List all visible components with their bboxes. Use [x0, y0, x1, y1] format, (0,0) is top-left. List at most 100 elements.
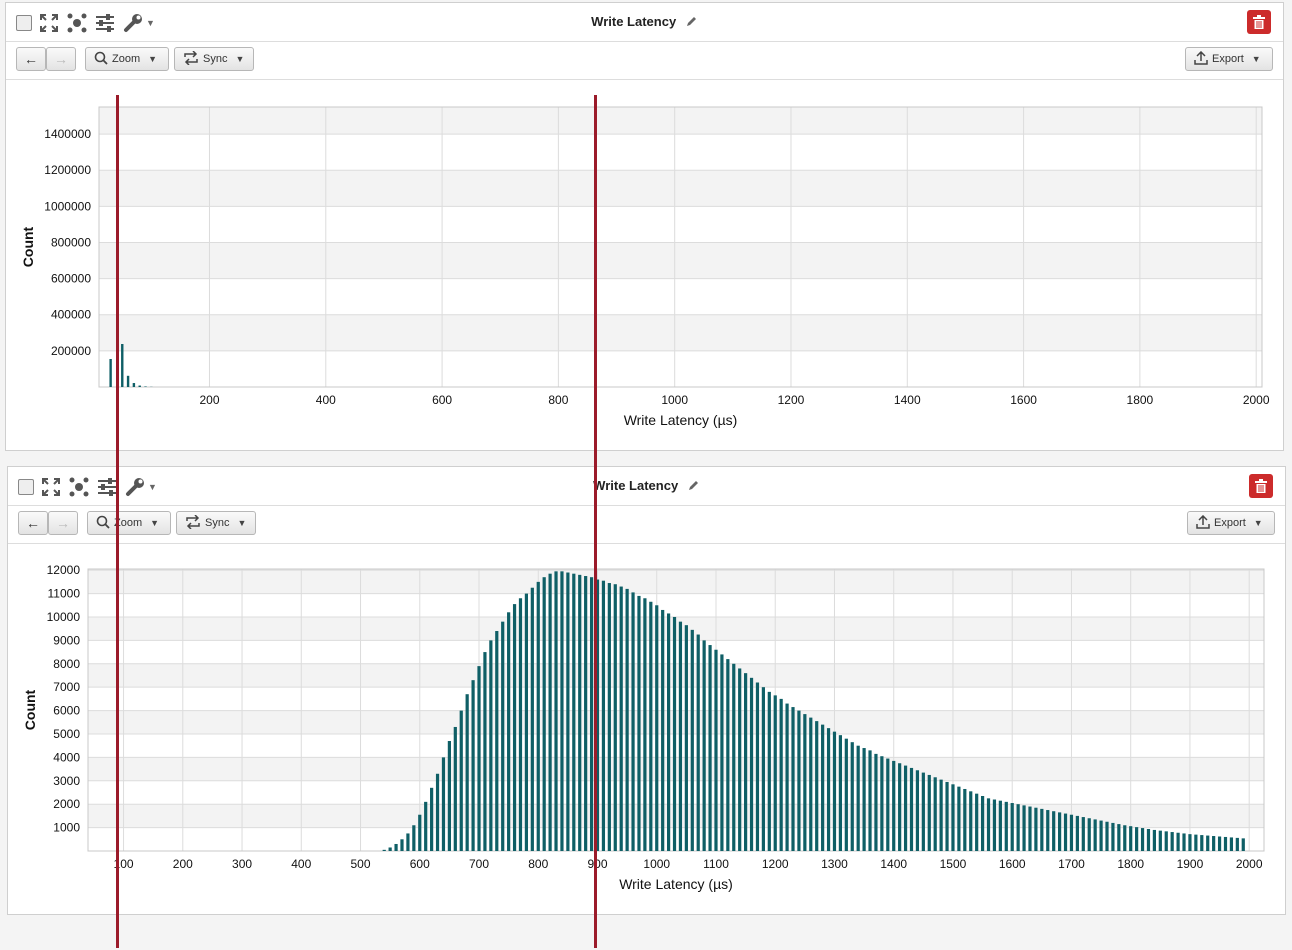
bar — [738, 668, 742, 851]
bar — [483, 652, 487, 851]
x-tick-label: 1100 — [703, 857, 729, 871]
bar — [903, 765, 908, 851]
bar — [1046, 810, 1050, 851]
export-label: Export — [1214, 517, 1246, 529]
bar — [430, 787, 434, 851]
bar — [132, 383, 136, 387]
sync-button[interactable]: Sync ▼ — [176, 511, 256, 535]
bar — [507, 612, 511, 851]
grid-band — [99, 278, 1262, 315]
bar — [477, 666, 481, 851]
x-axis-label: Write Latency (µs) — [619, 876, 733, 892]
bar — [524, 593, 529, 851]
sync-icon — [185, 513, 201, 532]
search-icon — [94, 51, 108, 68]
bar — [1206, 835, 1210, 851]
bar — [126, 375, 130, 387]
bar — [1022, 805, 1026, 851]
zoom-button[interactable]: Zoom ▼ — [85, 47, 169, 71]
forward-button[interactable]: → — [46, 47, 76, 71]
forward-button[interactable]: → — [48, 511, 78, 535]
bar — [963, 788, 967, 851]
grid-band — [99, 314, 1262, 351]
bar — [821, 724, 825, 851]
x-tick-label: 1200 — [762, 857, 789, 871]
bar — [1016, 804, 1020, 851]
panel-title[interactable]: Write Latency — [8, 478, 1285, 494]
bar — [518, 598, 523, 851]
bar — [584, 576, 588, 851]
grid-band — [99, 107, 1262, 135]
y-tick-label: 4000 — [53, 750, 80, 764]
bar — [1129, 826, 1133, 851]
bar — [607, 583, 611, 851]
bar — [690, 629, 694, 851]
bar — [1140, 828, 1145, 851]
panel-toolbar: ← → Zoom ▼ Sync ▼ Export ▼ — [6, 41, 1283, 80]
forward-arrow-icon: → — [56, 515, 70, 531]
zoom-label: Zoom — [112, 53, 141, 65]
histogram-chart[interactable]: 1000 2000 3000 4000 5000 6000 7000 8000 9000 1000… — [8, 543, 1285, 908]
bar — [418, 814, 422, 851]
bar — [797, 710, 801, 851]
y-tick-label: 9000 — [53, 633, 80, 647]
bar — [1194, 834, 1198, 851]
bar — [957, 786, 961, 851]
bar — [998, 800, 1002, 851]
bar — [714, 649, 718, 851]
bar — [643, 598, 647, 851]
bar — [1123, 825, 1127, 851]
bar — [1069, 814, 1074, 851]
bar — [1170, 832, 1174, 851]
y-tick-label: 6000 — [53, 704, 80, 718]
bar — [589, 577, 594, 851]
bar — [548, 573, 552, 851]
sync-button[interactable]: Sync ▼ — [174, 47, 254, 71]
back-button[interactable]: ← — [18, 511, 48, 535]
delete-button[interactable] — [1247, 10, 1271, 34]
bar — [992, 799, 997, 851]
bar — [1217, 836, 1222, 851]
pencil-icon[interactable] — [688, 479, 700, 494]
bar — [542, 577, 546, 851]
bar — [495, 631, 499, 851]
y-tick-label: 200000 — [51, 344, 91, 358]
bar — [933, 777, 937, 851]
x-tick-label: 1700 — [1058, 857, 1085, 871]
marker-line[interactable] — [116, 95, 119, 948]
bar — [684, 625, 688, 851]
bar — [1212, 836, 1216, 851]
panel-title[interactable]: Write Latency — [6, 14, 1283, 30]
back-button[interactable]: ← — [16, 47, 46, 71]
x-axis-label: Write Latency (µs) — [624, 412, 738, 428]
bar — [406, 833, 410, 851]
bar — [530, 587, 534, 851]
histogram-chart[interactable]: 200000 400000 600000 800000 1000000 1200000 14… — [6, 79, 1283, 444]
search-icon — [96, 515, 110, 532]
panel-title-text: Write Latency — [593, 478, 679, 493]
export-button[interactable]: Export ▼ — [1187, 511, 1275, 535]
zoom-button[interactable]: Zoom ▼ — [87, 511, 171, 535]
pencil-icon[interactable] — [686, 15, 698, 30]
export-button[interactable]: Export ▼ — [1185, 47, 1273, 71]
bar — [921, 772, 925, 851]
bar — [1158, 830, 1162, 851]
x-tick-label: 600 — [432, 393, 452, 407]
bar — [649, 601, 653, 851]
y-tick-label: 7000 — [53, 680, 80, 694]
bar — [1229, 837, 1234, 851]
panel-header: ▼ Write Latency — [6, 3, 1283, 42]
bar — [773, 695, 777, 851]
bar — [1235, 837, 1239, 851]
marker-line[interactable] — [594, 95, 597, 948]
grid-band — [99, 350, 1262, 387]
bar — [749, 677, 754, 851]
bar — [637, 595, 641, 851]
bar — [886, 758, 890, 851]
delete-button[interactable] — [1249, 474, 1273, 498]
x-tick-label: 1400 — [880, 857, 907, 871]
bar — [826, 728, 831, 851]
x-tick-label: 2000 — [1236, 857, 1263, 871]
y-tick-label: 1400000 — [44, 127, 91, 141]
bar — [1052, 811, 1056, 851]
